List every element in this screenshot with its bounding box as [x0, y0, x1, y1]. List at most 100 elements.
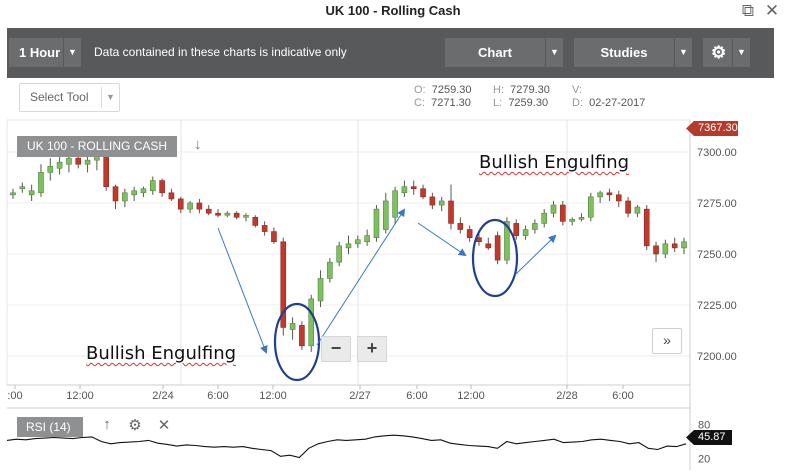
candle — [578, 213, 585, 222]
candle — [466, 225, 473, 242]
rsi-tick-label: 20 — [698, 454, 710, 466]
candle — [140, 186, 147, 197]
candle-body — [392, 190, 398, 218]
trend-arrow — [514, 234, 557, 276]
candle — [122, 188, 128, 208]
candle — [327, 258, 333, 283]
candle-body — [634, 206, 641, 214]
candle-body — [550, 204, 557, 214]
candle-body — [75, 157, 82, 165]
candle — [513, 219, 520, 240]
candle-body — [597, 192, 603, 198]
zoom-in-button[interactable]: + — [357, 336, 387, 362]
close-icon[interactable]: ✕ — [155, 416, 173, 434]
trend-arrow — [217, 227, 268, 354]
zoom-out-button[interactable]: − — [321, 336, 351, 362]
candle-body — [131, 190, 137, 196]
x-tick-label: 2/24 — [152, 390, 173, 402]
candle-body — [569, 219, 575, 222]
candle — [560, 200, 566, 226]
candle — [494, 231, 501, 265]
candle — [569, 217, 575, 226]
candle-body — [578, 216, 585, 220]
x-tick-label: 6:00 — [207, 390, 228, 402]
candle — [289, 317, 296, 340]
x-tick-label: 2/28 — [556, 390, 577, 402]
candle — [634, 205, 641, 218]
arrow-down-icon[interactable]: ↓ — [194, 136, 202, 153]
candle-body — [56, 161, 63, 169]
y-tick-label: 7200.00 — [697, 351, 737, 363]
candle — [653, 241, 659, 263]
candle — [261, 221, 268, 236]
candle-body — [205, 208, 212, 214]
candle-body — [606, 192, 613, 196]
candle — [382, 192, 389, 234]
arrow-up-icon[interactable]: ↑ — [98, 416, 116, 433]
candle — [299, 321, 305, 350]
candle — [243, 213, 249, 222]
candle-body — [448, 200, 454, 224]
candle-body — [112, 186, 119, 202]
candle-body — [122, 192, 128, 202]
candle-body — [438, 200, 445, 206]
candle — [56, 156, 63, 175]
candle — [131, 186, 137, 201]
candle — [187, 200, 193, 214]
candle-body — [271, 231, 277, 243]
y-tick-label: 7300.00 — [697, 147, 737, 159]
candle-body — [401, 186, 408, 194]
candle-body — [327, 261, 333, 279]
candle-body — [662, 243, 669, 255]
candle-body — [103, 151, 109, 187]
candle-body — [625, 200, 631, 214]
candle-body — [252, 216, 259, 226]
candle — [625, 196, 631, 218]
candle — [47, 158, 54, 181]
candle-body — [420, 188, 426, 198]
candle-body — [485, 243, 492, 249]
candle — [448, 184, 454, 230]
candle — [457, 217, 464, 234]
candle — [19, 182, 26, 193]
x-tick-label: 12:00 — [457, 390, 485, 402]
x-tick-label: :00 — [7, 390, 22, 402]
candle-body — [494, 235, 501, 261]
gear-icon[interactable]: ⚙ — [126, 416, 144, 434]
candle — [373, 205, 380, 242]
candle-body — [140, 188, 147, 194]
candle-body — [382, 200, 389, 230]
candle — [205, 205, 212, 216]
x-tick-label: 12:00 — [259, 390, 287, 402]
candle — [662, 239, 669, 259]
candle — [196, 198, 203, 214]
candle — [280, 237, 287, 336]
candle-body — [336, 245, 342, 263]
candle-body — [541, 212, 548, 224]
candle-body — [168, 192, 175, 200]
x-tick-label: 6:00 — [612, 390, 633, 402]
candle-body — [513, 223, 520, 236]
candle — [308, 294, 315, 352]
candle-body — [522, 229, 529, 236]
instrument-label[interactable]: UK 100 - ROLLING CASH — [17, 136, 177, 157]
candle — [252, 215, 259, 228]
price-chart[interactable]: 8020 7300.007275.007250.007225.007200.00… — [0, 0, 786, 475]
candle — [149, 176, 156, 195]
candle — [10, 188, 16, 199]
candle — [28, 184, 35, 201]
candle-body — [299, 325, 305, 347]
candle — [364, 229, 370, 246]
scroll-right-button[interactable]: » — [652, 328, 682, 354]
candle — [345, 235, 352, 254]
candle-body — [653, 245, 659, 255]
rsi-label[interactable]: RSI (14) — [17, 417, 83, 437]
candle-body — [149, 180, 156, 192]
candle — [159, 178, 165, 197]
candle-body — [261, 225, 268, 232]
x-tick-label: 12:00 — [66, 390, 94, 402]
candle-body — [66, 157, 72, 165]
annotation-right: Bullish Engulfing — [479, 152, 630, 173]
candle-body — [429, 196, 436, 206]
candle — [401, 180, 408, 197]
